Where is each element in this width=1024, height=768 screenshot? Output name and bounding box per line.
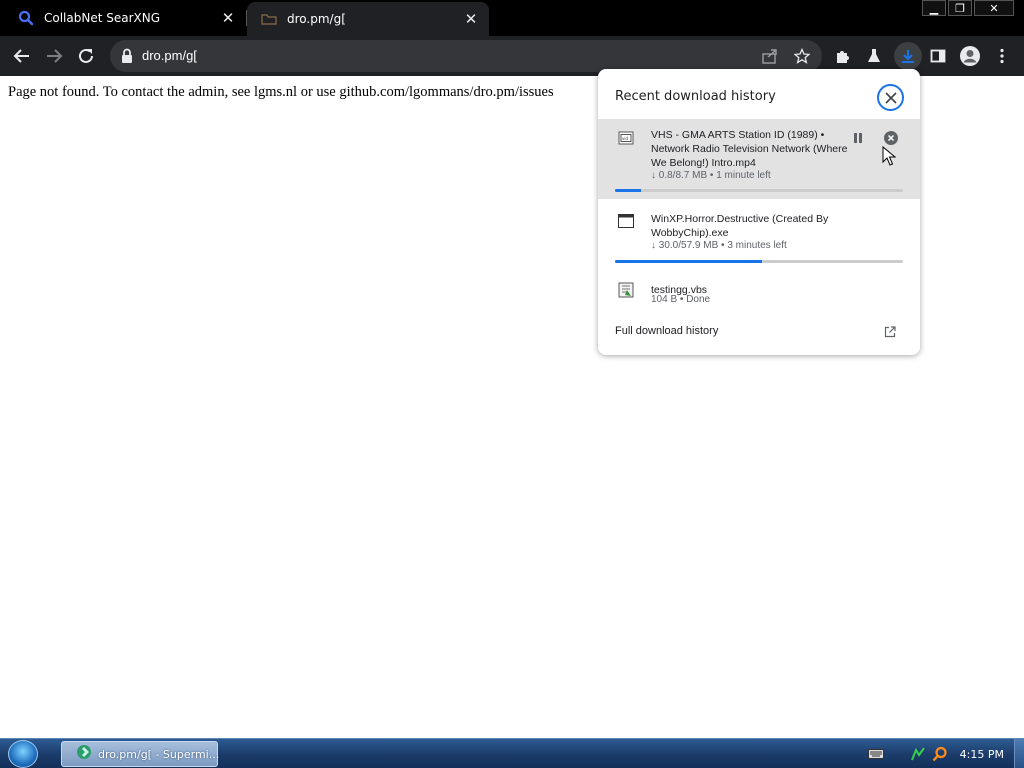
search-icon [18, 10, 34, 26]
reload-icon[interactable] [74, 44, 98, 68]
share-icon[interactable] [760, 46, 780, 66]
address-bar[interactable]: dro.pm/g[ [110, 40, 822, 72]
download-progress-bar [615, 189, 903, 192]
download-item[interactable]: WinXP.Horror.Destructive (Created By Wob… [598, 203, 920, 263]
keyboard-icon[interactable] [867, 746, 884, 762]
tab-title: CollabNet SearXNG [44, 11, 161, 25]
restore-icon[interactable]: ❐ [948, 0, 972, 16]
exe-file-icon [618, 213, 634, 229]
bookmark-star-icon[interactable] [792, 46, 812, 66]
side-panel-icon[interactable] [926, 44, 950, 68]
download-bubble-title: Recent download history [615, 89, 776, 104]
download-bubble: Recent download history vid VHS - GMA AR… [598, 69, 920, 355]
browser-app-icon [76, 744, 92, 764]
url-text: dro.pm/g[ [142, 48, 197, 63]
download-progress-bar [615, 260, 903, 263]
show-desktop-button[interactable] [1014, 739, 1024, 768]
search-tray-icon[interactable] [932, 746, 948, 762]
open-in-new-icon[interactable] [884, 323, 898, 338]
downloads-icon[interactable] [894, 42, 922, 70]
windows-taskbar: dro.pm/g[ - Supermi... 4:15 PM [0, 738, 1024, 768]
window-controls: ▁ ❐ ✕ [922, 0, 1014, 16]
script-file-icon [618, 282, 634, 298]
download-status: 104 B • Done [651, 294, 711, 305]
download-progress-fill [615, 260, 762, 263]
cancel-download-icon[interactable] [882, 129, 900, 147]
clock[interactable]: 4:15 PM [960, 748, 1004, 761]
tab-close-icon[interactable]: ✕ [218, 8, 238, 28]
close-window-icon[interactable]: ✕ [974, 0, 1014, 16]
close-icon[interactable] [877, 84, 904, 111]
mouse-cursor-icon [882, 145, 897, 166]
download-status: ↓ 30.0/57.9 MB • 3 minutes left [651, 240, 787, 251]
tab-dro-pm[interactable]: dro.pm/g[ ✕ [247, 2, 489, 36]
back-icon[interactable] [10, 44, 34, 68]
lock-icon[interactable] [120, 48, 136, 64]
menu-kebab-icon[interactable] [990, 44, 1014, 68]
taskbar-app-button[interactable]: dro.pm/g[ - Supermi... [61, 741, 220, 767]
extensions-icon[interactable] [830, 44, 854, 68]
tab-collabnet-searxng[interactable]: CollabNet SearXNG ✕ [0, 0, 246, 36]
tab-close-icon[interactable]: ✕ [461, 9, 481, 29]
network-icon[interactable] [910, 746, 926, 762]
full-download-history-link[interactable]: Full download history [615, 325, 718, 337]
tab-title: dro.pm/g[ [287, 12, 346, 26]
download-status: ↓ 0.8/8.7 MB • 1 minute left [651, 170, 771, 181]
pause-icon[interactable] [849, 129, 867, 147]
start-button[interactable] [8, 740, 38, 768]
page-not-found-message: Page not found. To contact the admin, se… [8, 84, 554, 100]
forward-icon[interactable] [42, 44, 66, 68]
download-filename: WinXP.Horror.Destructive (Created By Wob… [651, 213, 829, 239]
download-item[interactable]: testingg.vbs 104 B • Done [598, 274, 920, 314]
download-progress-fill [615, 189, 641, 192]
profile-avatar-icon[interactable] [958, 44, 982, 68]
system-tray: 4:15 PM [867, 739, 1024, 768]
taskbar-app-label: dro.pm/g[ - Supermi... [98, 747, 220, 761]
tab-strip: CollabNet SearXNG ✕ dro.pm/g[ ✕ ▁ ❐ ✕ [0, 0, 1024, 36]
minimize-icon[interactable]: ▁ [922, 0, 946, 16]
video-file-icon: vid [618, 130, 634, 146]
labs-flask-icon[interactable] [862, 44, 886, 68]
svg-text:vid: vid [622, 136, 628, 141]
download-filename: VHS - GMA ARTS Station ID (1989) • Netwo… [651, 129, 848, 169]
download-item[interactable]: vid VHS - GMA ARTS Station ID (1989) • N… [598, 119, 920, 199]
folder-favicon-icon [261, 11, 277, 27]
